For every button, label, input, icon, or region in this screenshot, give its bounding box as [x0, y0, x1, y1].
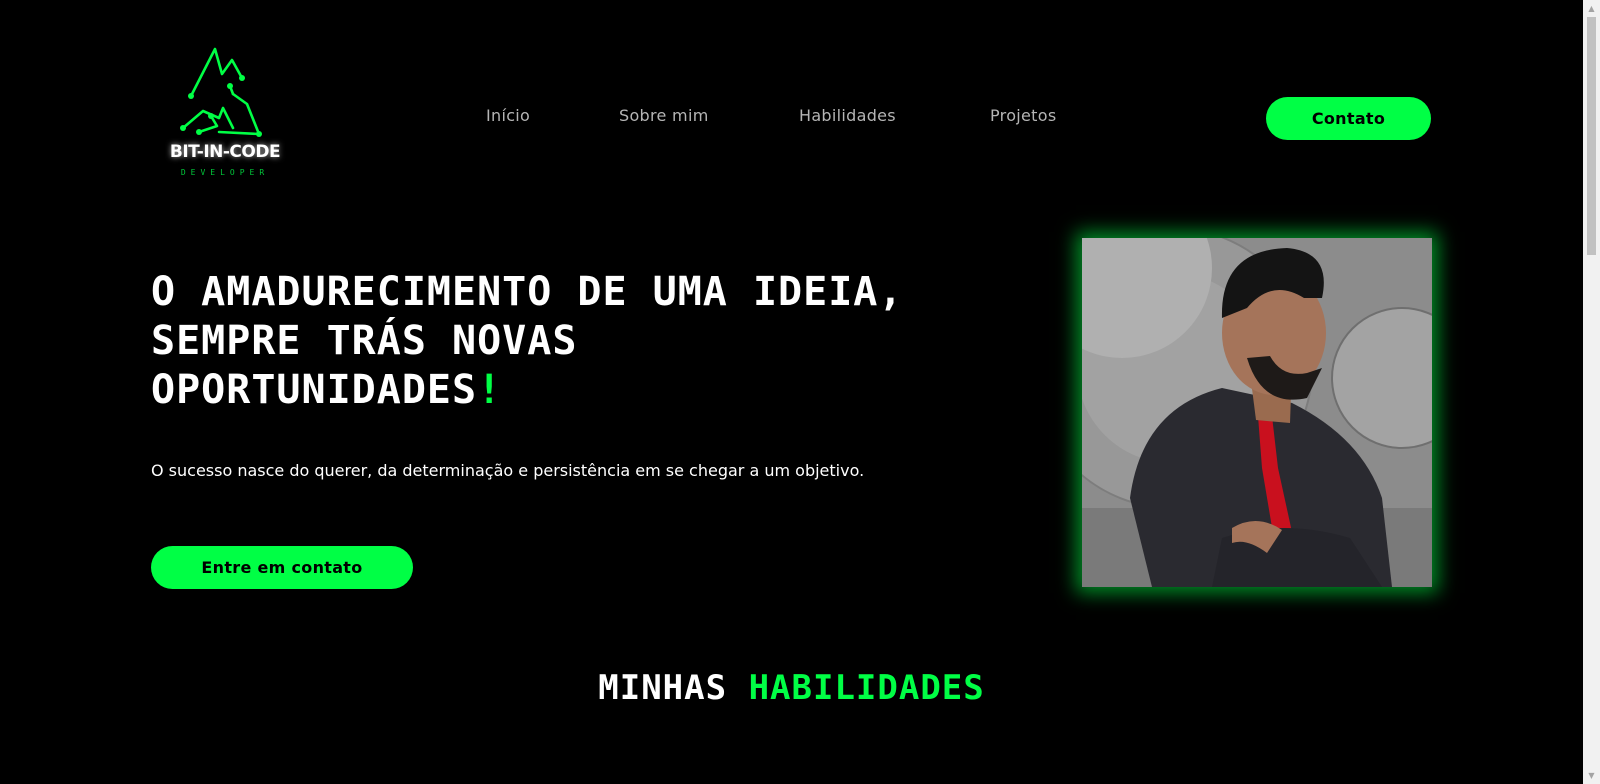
- profile-photo-illustration: [1082, 238, 1432, 587]
- nav-link-sobre-mim[interactable]: Sobre mim: [619, 106, 709, 125]
- skills-heading-white: MINHAS: [598, 668, 728, 708]
- skills-heading-green: HABILIDADES: [748, 668, 985, 708]
- nav-link-projetos[interactable]: Projetos: [990, 106, 1056, 125]
- hero-title: O AMADURECIMENTO DE UMA IDEIA, SEMPRE TR…: [151, 268, 971, 415]
- hero-subtitle: O sucesso nasce do querer, da determinaç…: [151, 461, 865, 480]
- vertical-scrollbar[interactable]: ▲ ▼: [1583, 0, 1600, 784]
- hero-title-exclamation: !: [477, 367, 503, 413]
- page-viewport: BIT-IN-CODE DEVELOPER Início Sobre mim H…: [0, 0, 1583, 784]
- hero-title-line-1: O AMADURECIMENTO DE UMA IDEIA,: [151, 269, 904, 315]
- skills-heading: MINHAS HABILIDADES: [0, 668, 1583, 708]
- brand-name: BIT-IN-CODE: [169, 142, 281, 162]
- contact-button[interactable]: Contato: [1266, 97, 1431, 140]
- brand-tagline: DEVELOPER: [180, 168, 270, 177]
- hero-title-line-2: SEMPRE TRÁS NOVAS: [151, 318, 578, 364]
- up-arrow-icon[interactable]: ▲: [1583, 0, 1600, 17]
- get-in-touch-button[interactable]: Entre em contato: [151, 546, 413, 589]
- nav-link-habilidades[interactable]: Habilidades: [799, 106, 896, 125]
- hero-title-line-3: OPORTUNIDADES: [151, 367, 478, 413]
- nav-link-inicio[interactable]: Início: [486, 106, 530, 125]
- scrollbar-thumb[interactable]: [1587, 17, 1596, 255]
- down-arrow-icon[interactable]: ▼: [1583, 767, 1600, 784]
- profile-photo: [1082, 238, 1432, 587]
